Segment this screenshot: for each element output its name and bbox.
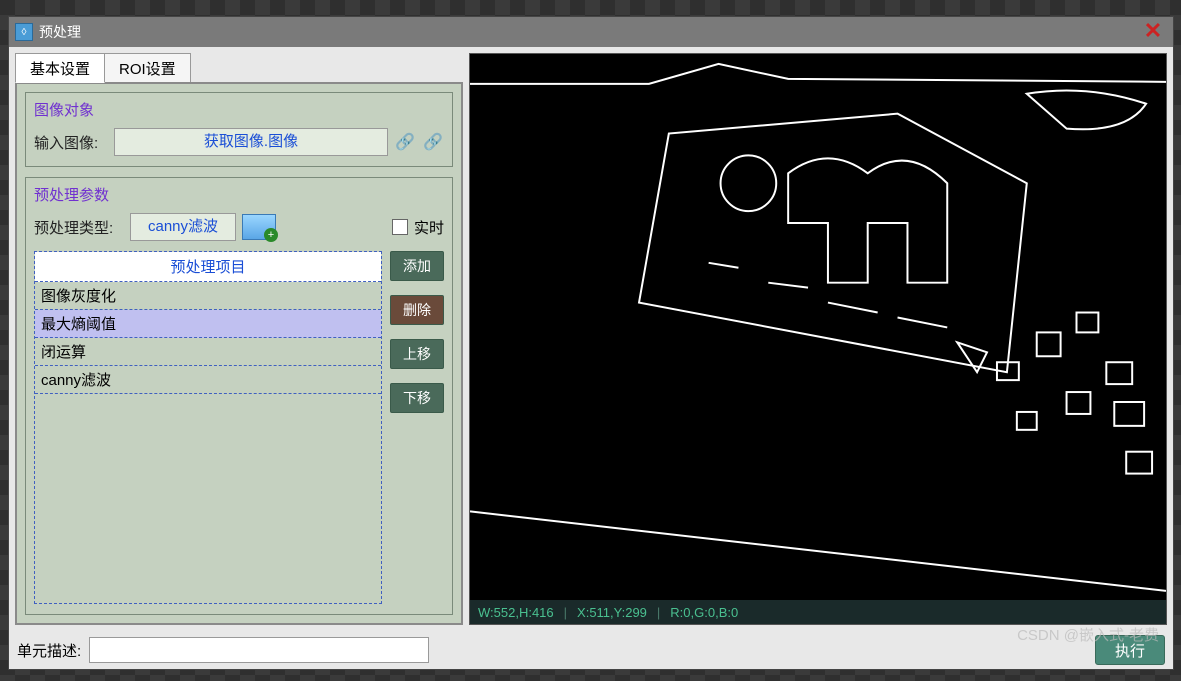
status-sep: | [564,605,567,620]
left-panel: 基本设置 ROI设置 图像对象 输入图像: 获取图像.图像 🔗 🔗 预处理参数 [15,53,463,625]
input-image-combo[interactable]: 获取图像.图像 [114,128,388,156]
move-up-button[interactable]: 上移 [390,339,444,369]
unlink-icon[interactable]: 🔗 [422,131,444,153]
group-preprocess-params: 预处理参数 预处理类型: canny滤波 实时 预处理项目 图像灰度化 [25,177,453,615]
delete-button[interactable]: 删除 [390,295,444,325]
preprocess-type-combo[interactable]: canny滤波 [130,213,236,241]
items-header: 预处理项目 [35,252,381,282]
app-icon: ◊ [15,23,33,41]
move-down-button[interactable]: 下移 [390,383,444,413]
status-bar: W:552,H:416 | X:511,Y:299 | R:0,G:0,B:0 [470,600,1166,624]
realtime-label: 实时 [414,217,444,238]
dialog-body: 基本设置 ROI设置 图像对象 输入图像: 获取图像.图像 🔗 🔗 预处理参数 [9,47,1173,631]
add-image-icon[interactable] [242,214,276,240]
close-icon[interactable]: ✕ [1139,20,1167,44]
add-button[interactable]: 添加 [390,251,444,281]
preprocess-dialog: ◊ 预处理 ✕ 基本设置 ROI设置 图像对象 输入图像: 获取图像.图像 🔗 … [8,16,1174,670]
window-title: 预处理 [39,22,1139,42]
titlebar: ◊ 预处理 ✕ [9,17,1173,47]
preview-canvas[interactable] [470,54,1166,600]
dialog-footer: 单元描述: 执行 [9,631,1173,669]
input-image-row: 输入图像: 获取图像.图像 🔗 🔗 [34,128,444,156]
tab-bar: 基本设置 ROI设置 [15,53,463,83]
list-item[interactable]: 最大熵阈值 [35,310,381,338]
status-wh: W:552,H:416 [478,605,554,620]
tab-basic[interactable]: 基本设置 [15,53,105,83]
status-rgb: R:0,G:0,B:0 [670,605,738,620]
execute-button[interactable]: 执行 [1095,635,1165,665]
group-title-params: 预处理参数 [34,184,444,205]
list-item[interactable]: canny滤波 [35,366,381,394]
group-image-object: 图像对象 输入图像: 获取图像.图像 🔗 🔗 [25,92,453,167]
list-item[interactable]: 图像灰度化 [35,282,381,310]
input-image-label: 输入图像: [34,132,108,153]
status-sep: | [657,605,660,620]
tab-roi[interactable]: ROI设置 [104,53,191,83]
tab-content: 图像对象 输入图像: 获取图像.图像 🔗 🔗 预处理参数 预处理类型: cann… [15,82,463,625]
group-title-image: 图像对象 [34,99,444,120]
unit-desc-input[interactable] [89,637,429,663]
edge-image [470,54,1166,600]
preprocess-type-row: 预处理类型: canny滤波 实时 [34,213,444,241]
link-icon[interactable]: 🔗 [394,131,416,153]
items-section: 预处理项目 图像灰度化 最大熵阈值 闭运算 canny滤波 添加 删除 上移 下… [34,251,444,604]
preprocess-type-label: 预处理类型: [34,217,124,238]
realtime-checkbox[interactable] [392,219,408,235]
item-buttons: 添加 删除 上移 下移 [390,251,444,604]
unit-desc-label: 单元描述: [17,640,81,661]
preview-panel: W:552,H:416 | X:511,Y:299 | R:0,G:0,B:0 [469,53,1167,625]
list-item[interactable]: 闭运算 [35,338,381,366]
items-list: 预处理项目 图像灰度化 最大熵阈值 闭运算 canny滤波 [34,251,382,604]
status-xy: X:511,Y:299 [577,605,647,620]
